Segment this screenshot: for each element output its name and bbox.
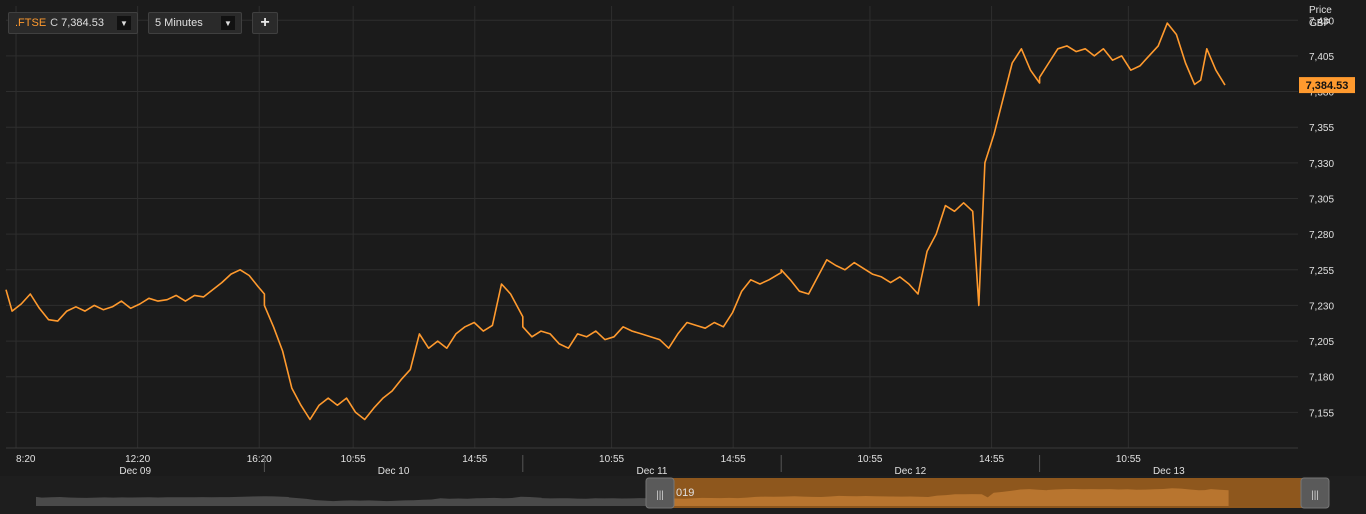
grip-icon: ||| [1311,490,1319,501]
x-tick-label: 14:55 [979,454,1004,465]
current-price-badge: 7,384.53 [1299,77,1355,94]
y-tick-label: 7,155 [1309,408,1334,419]
x-day-label: Dec 13 [1153,466,1185,477]
y-tick-label: 7,255 [1309,266,1334,277]
price-chart: 8:20 12:20 16:20 10:55 14:55 10:55 14:55 10:55 1… [0,0,1366,514]
chevron-down-icon: ▼ [117,16,131,30]
navigator-date-fragment: 019 [676,487,694,499]
x-day-label: Dec 09 [119,466,151,477]
x-tick-label: 16:20 [247,454,272,465]
chart-toolbar: .FTSE C 7,384.53 ▼ 5 Minutes ▼ + [8,10,278,36]
x-tick-label: 14:55 [721,454,746,465]
y-tick-label: 7,355 [1309,123,1334,134]
x-tick-label: 10:55 [1116,454,1141,465]
x-day-label: Dec 11 [637,466,668,477]
x-tick-label: 12:20 [125,454,150,465]
x-tick-label: 10:55 [341,454,366,465]
x-day-label: Dec 12 [895,466,927,477]
symbol-label: .FTSE [15,17,47,29]
chart-root: .FTSE C 7,384.53 ▼ 5 Minutes ▼ + 8:20 12:… [0,0,1366,514]
y-axis-title: Price [1309,5,1332,16]
y-tick-label: 7,230 [1309,301,1334,312]
chevron-down-icon: ▼ [221,16,235,30]
x-tick-label: 8:20 [16,454,36,465]
symbol-selector[interactable]: .FTSE C 7,384.53 ▼ [8,12,138,34]
x-tick-label: 10:55 [599,454,624,465]
y-tick-label: 7,205 [1309,337,1334,348]
add-button[interactable]: + [252,12,278,34]
grip-icon: ||| [656,490,664,501]
y-tick-label: 7,305 [1309,194,1334,205]
close-value: 7,384.53 [61,17,104,29]
y-axis-unit: GBP [1309,18,1330,29]
y-tick-label: 7,180 [1309,373,1334,384]
x-day-label: Dec 10 [378,466,410,477]
range-navigator[interactable]: ||| ||| 019 [0,476,1366,514]
current-price-label: 7,384.53 [1306,80,1349,92]
y-tick-label: 7,330 [1309,159,1334,170]
interval-label: 5 Minutes [155,17,203,29]
x-tick-label: 14:55 [462,454,487,465]
x-tick-label: 10:55 [857,454,882,465]
interval-selector[interactable]: 5 Minutes ▼ [148,12,242,34]
y-tick-label: 7,280 [1309,230,1334,241]
chart-background [0,0,1366,514]
y-tick-label: 7,405 [1309,52,1334,63]
close-prefix: C [50,17,59,29]
